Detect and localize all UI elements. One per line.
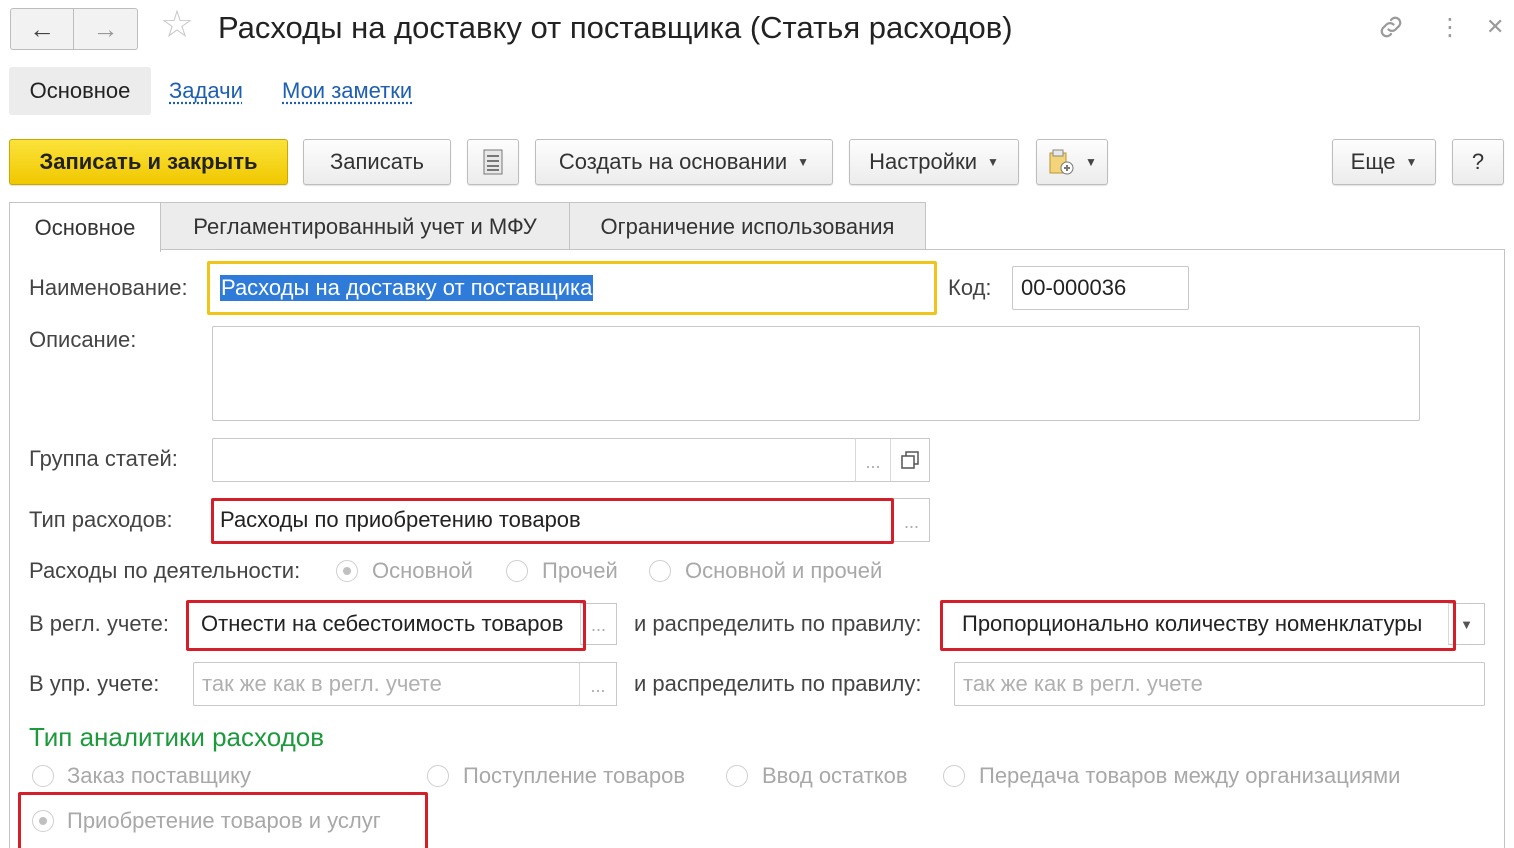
activity-option-both: Основной и прочей — [685, 558, 883, 583]
group-label: Группа статей: — [29, 446, 178, 471]
regl-label: В регл. учете: — [29, 611, 170, 636]
activity-option-main: Основной — [372, 558, 473, 583]
settings-button[interactable]: Настройки ▼ — [849, 139, 1019, 185]
more-label: Еще — [1350, 149, 1396, 174]
page-title: Расходы на доставку от поставщика (Стать… — [218, 10, 1013, 45]
activity-radio-main[interactable] — [336, 560, 358, 582]
analytics-option-transfer: Передача товаров между организациями — [979, 763, 1401, 788]
back-button[interactable]: ← — [10, 8, 74, 50]
code-label: Код: — [948, 275, 992, 300]
save-and-close-button[interactable]: Записать и закрыть — [9, 139, 288, 185]
description-label: Описание: — [29, 327, 137, 352]
regl-rule-label: и распределить по правилу: — [634, 611, 922, 636]
regl-rule-select[interactable]: Пропорционально количеству номенклатуры — [954, 603, 1446, 645]
report-button[interactable] — [467, 139, 519, 185]
expense-type-input[interactable]: Расходы по приобретению товаров — [212, 498, 896, 542]
group-select-button[interactable]: ... — [855, 438, 891, 482]
activity-radio-both[interactable] — [649, 560, 671, 582]
tab-main[interactable]: Основное — [9, 202, 161, 252]
analytics-option-opening-balance: Ввод остатков — [762, 763, 908, 788]
open-window-icon — [901, 451, 919, 469]
settings-label: Настройки — [869, 149, 977, 174]
favorite-star-icon[interactable]: ☆ — [160, 6, 194, 44]
regl-rule-dropdown-button[interactable]: ▼ — [1448, 603, 1485, 645]
tab-regulated-accounting[interactable]: Регламентированный учет и МФУ — [160, 202, 570, 250]
activity-label: Расходы по деятельности: — [29, 558, 301, 583]
mgmt-select-button[interactable]: ... — [579, 662, 617, 706]
mgmt-label: В упр. учете: — [29, 671, 160, 696]
document-list-icon — [483, 149, 503, 175]
name-label: Наименование: — [29, 275, 188, 300]
chevron-down-icon: ▼ — [1405, 155, 1418, 169]
more-options-icon[interactable]: ⋮ — [1438, 16, 1462, 40]
analytics-option-supplier-order: Заказ поставщику — [67, 763, 251, 788]
section-main[interactable]: Основное — [9, 67, 151, 115]
mgmt-input[interactable]: так же как в регл. учете — [193, 662, 580, 706]
arrow-right-icon: → — [92, 13, 119, 44]
chevron-down-icon: ▼ — [986, 155, 999, 169]
name-value: Расходы на доставку от поставщика — [220, 275, 594, 301]
expense-type-label: Тип расходов: — [29, 507, 173, 532]
close-icon[interactable]: ✕ — [1486, 16, 1504, 38]
analytics-option-goods-receipt: Поступление товаров — [463, 763, 686, 788]
mgmt-rule-label: и распределить по правилу: — [634, 671, 922, 696]
group-open-button[interactable] — [890, 438, 930, 482]
analytics-radio-purchase[interactable] — [32, 810, 54, 832]
analytics-radio-supplier-order[interactable] — [32, 765, 54, 787]
activity-radio-other[interactable] — [506, 560, 528, 582]
activity-option-other: Прочей — [542, 558, 618, 583]
analytics-option-purchase: Приобретение товаров и услуг — [67, 808, 381, 833]
analytics-radio-opening-balance[interactable] — [726, 765, 748, 787]
more-button[interactable]: Еще ▼ — [1332, 139, 1436, 185]
regl-input[interactable]: Отнести на себестоимость товаров — [193, 603, 579, 645]
arrow-left-icon: ← — [29, 13, 55, 44]
name-input[interactable]: Расходы на доставку от поставщика — [212, 266, 932, 310]
section-notes[interactable]: Мои заметки — [282, 67, 412, 115]
analytics-section-title: Тип аналитики расходов — [29, 722, 325, 752]
mgmt-rule-input[interactable]: так же как в регл. учете — [954, 662, 1485, 706]
section-tasks[interactable]: Задачи — [169, 67, 243, 115]
description-textarea[interactable] — [212, 326, 1420, 421]
chevron-down-icon: ▼ — [1085, 155, 1097, 169]
regl-select-button[interactable]: ... — [580, 603, 617, 645]
create-based-on-label: Создать на основании — [558, 149, 788, 174]
chevron-down-icon: ▼ — [797, 155, 810, 169]
link-icon[interactable] — [1376, 12, 1406, 46]
help-button[interactable]: ? — [1452, 139, 1504, 185]
attach-file-button[interactable]: ▼ — [1036, 139, 1108, 185]
save-button[interactable]: Записать — [303, 139, 451, 185]
expense-type-select-button[interactable]: ... — [893, 498, 930, 542]
forward-button[interactable]: → — [74, 8, 138, 50]
group-input[interactable] — [212, 438, 856, 482]
analytics-radio-transfer[interactable] — [943, 765, 965, 787]
attach-file-icon — [1049, 149, 1074, 175]
create-based-on-button[interactable]: Создать на основании ▼ — [535, 139, 833, 185]
tab-usage-restriction[interactable]: Ограничение использования — [569, 202, 926, 250]
code-input[interactable]: 00-000036 — [1012, 266, 1189, 310]
analytics-radio-goods-receipt[interactable] — [427, 765, 449, 787]
